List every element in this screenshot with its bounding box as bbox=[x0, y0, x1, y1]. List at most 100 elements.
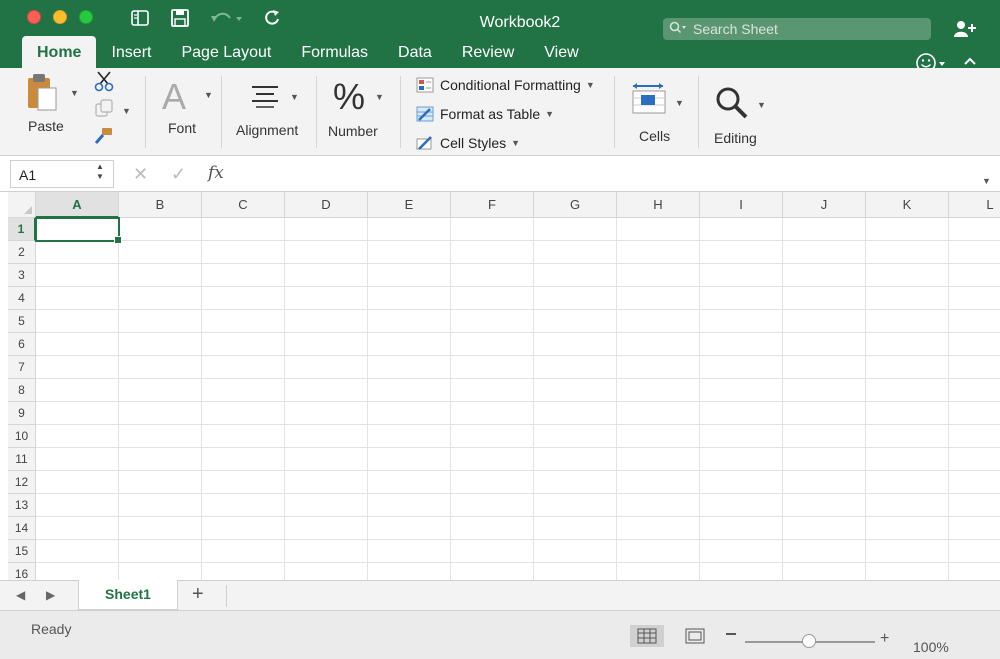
cell-a10[interactable] bbox=[36, 425, 119, 448]
cell-l7[interactable] bbox=[949, 356, 1000, 379]
cell-e11[interactable] bbox=[368, 448, 451, 471]
cell-e7[interactable] bbox=[368, 356, 451, 379]
cell-l16[interactable] bbox=[949, 563, 1000, 580]
cell-e5[interactable] bbox=[368, 310, 451, 333]
cell-i16[interactable] bbox=[700, 563, 783, 580]
zoom-slider-thumb[interactable] bbox=[802, 634, 816, 648]
cell-d10[interactable] bbox=[285, 425, 368, 448]
row-header-9[interactable]: 9 bbox=[8, 402, 36, 425]
cell-e4[interactable] bbox=[368, 287, 451, 310]
cell-j9[interactable] bbox=[783, 402, 866, 425]
cell-c15[interactable] bbox=[202, 540, 285, 563]
cell-g12[interactable] bbox=[534, 471, 617, 494]
cell-b3[interactable] bbox=[119, 264, 202, 287]
cell-c1[interactable] bbox=[202, 218, 285, 241]
cell-h8[interactable] bbox=[617, 379, 700, 402]
cell-d1[interactable] bbox=[285, 218, 368, 241]
cell-c11[interactable] bbox=[202, 448, 285, 471]
cell-e8[interactable] bbox=[368, 379, 451, 402]
cell-j6[interactable] bbox=[783, 333, 866, 356]
cell-k3[interactable] bbox=[866, 264, 949, 287]
cell-f3[interactable] bbox=[451, 264, 534, 287]
cell-l13[interactable] bbox=[949, 494, 1000, 517]
cell-c5[interactable] bbox=[202, 310, 285, 333]
row-header-15[interactable]: 15 bbox=[8, 540, 36, 563]
sheet-tab-sheet1[interactable]: Sheet1 bbox=[78, 580, 178, 610]
row-header-14[interactable]: 14 bbox=[8, 517, 36, 540]
cell-c3[interactable] bbox=[202, 264, 285, 287]
cell-j12[interactable] bbox=[783, 471, 866, 494]
cell-g1[interactable] bbox=[534, 218, 617, 241]
cell-f6[interactable] bbox=[451, 333, 534, 356]
cell-i7[interactable] bbox=[700, 356, 783, 379]
editing-group[interactable]: ▼ Editing bbox=[699, 68, 789, 156]
cell-f8[interactable] bbox=[451, 379, 534, 402]
cell-h1[interactable] bbox=[617, 218, 700, 241]
cell-j4[interactable] bbox=[783, 287, 866, 310]
select-all-button[interactable] bbox=[8, 192, 36, 218]
cell-l11[interactable] bbox=[949, 448, 1000, 471]
row-header-1[interactable]: 1 bbox=[8, 218, 36, 241]
cell-b15[interactable] bbox=[119, 540, 202, 563]
zoom-level[interactable]: 100% bbox=[913, 639, 949, 655]
cell-b11[interactable] bbox=[119, 448, 202, 471]
cell-h4[interactable] bbox=[617, 287, 700, 310]
cell-k4[interactable] bbox=[866, 287, 949, 310]
add-sheet-button[interactable]: + bbox=[192, 583, 204, 606]
cell-f7[interactable] bbox=[451, 356, 534, 379]
cell-d9[interactable] bbox=[285, 402, 368, 425]
cell-g13[interactable] bbox=[534, 494, 617, 517]
cell-h5[interactable] bbox=[617, 310, 700, 333]
paste-icon[interactable] bbox=[24, 72, 60, 117]
cell-b1[interactable] bbox=[119, 218, 202, 241]
cell-e13[interactable] bbox=[368, 494, 451, 517]
cell-d8[interactable] bbox=[285, 379, 368, 402]
cell-b2[interactable] bbox=[119, 241, 202, 264]
cell-c10[interactable] bbox=[202, 425, 285, 448]
column-header-g[interactable]: G bbox=[534, 192, 617, 218]
cell-d12[interactable] bbox=[285, 471, 368, 494]
cell-b13[interactable] bbox=[119, 494, 202, 517]
cell-i2[interactable] bbox=[700, 241, 783, 264]
cell-c13[interactable] bbox=[202, 494, 285, 517]
cell-e3[interactable] bbox=[368, 264, 451, 287]
cell-g4[interactable] bbox=[534, 287, 617, 310]
normal-view-button[interactable] bbox=[630, 625, 664, 647]
cell-b9[interactable] bbox=[119, 402, 202, 425]
row-header-12[interactable]: 12 bbox=[8, 471, 36, 494]
row-header-10[interactable]: 10 bbox=[8, 425, 36, 448]
insert-function-icon[interactable]: fx bbox=[208, 163, 224, 183]
cut-icon[interactable] bbox=[94, 70, 114, 97]
cell-j11[interactable] bbox=[783, 448, 866, 471]
cell-c4[interactable] bbox=[202, 287, 285, 310]
worksheet-grid[interactable]: ABCDEFGHIJKL 1 2 3 4 5 6 7 8 9 10 11 12 13 14 15 16 bbox=[8, 192, 1000, 580]
cell-j1[interactable] bbox=[783, 218, 866, 241]
cell-a2[interactable] bbox=[36, 241, 119, 264]
cell-h13[interactable] bbox=[617, 494, 700, 517]
column-header-e[interactable]: E bbox=[368, 192, 451, 218]
cell-d13[interactable] bbox=[285, 494, 368, 517]
cell-l10[interactable] bbox=[949, 425, 1000, 448]
cell-a6[interactable] bbox=[36, 333, 119, 356]
cell-k14[interactable] bbox=[866, 517, 949, 540]
redo-icon[interactable] bbox=[262, 6, 282, 30]
cell-b7[interactable] bbox=[119, 356, 202, 379]
cell-e1[interactable] bbox=[368, 218, 451, 241]
cell-i3[interactable] bbox=[700, 264, 783, 287]
enter-formula-icon[interactable]: ✓ bbox=[171, 164, 186, 185]
column-header-a[interactable]: A bbox=[36, 192, 119, 218]
column-header-l[interactable]: L bbox=[949, 192, 1000, 218]
cell-a3[interactable] bbox=[36, 264, 119, 287]
cell-i13[interactable] bbox=[700, 494, 783, 517]
prev-sheet-button[interactable]: ◀ bbox=[16, 588, 25, 602]
cell-c9[interactable] bbox=[202, 402, 285, 425]
cell-f15[interactable] bbox=[451, 540, 534, 563]
minimize-window-button[interactable] bbox=[53, 10, 67, 24]
column-header-j[interactable]: J bbox=[783, 192, 866, 218]
cell-i8[interactable] bbox=[700, 379, 783, 402]
cell-a5[interactable] bbox=[36, 310, 119, 333]
row-header-11[interactable]: 11 bbox=[8, 448, 36, 471]
cell-d15[interactable] bbox=[285, 540, 368, 563]
cell-l8[interactable] bbox=[949, 379, 1000, 402]
cell-g11[interactable] bbox=[534, 448, 617, 471]
